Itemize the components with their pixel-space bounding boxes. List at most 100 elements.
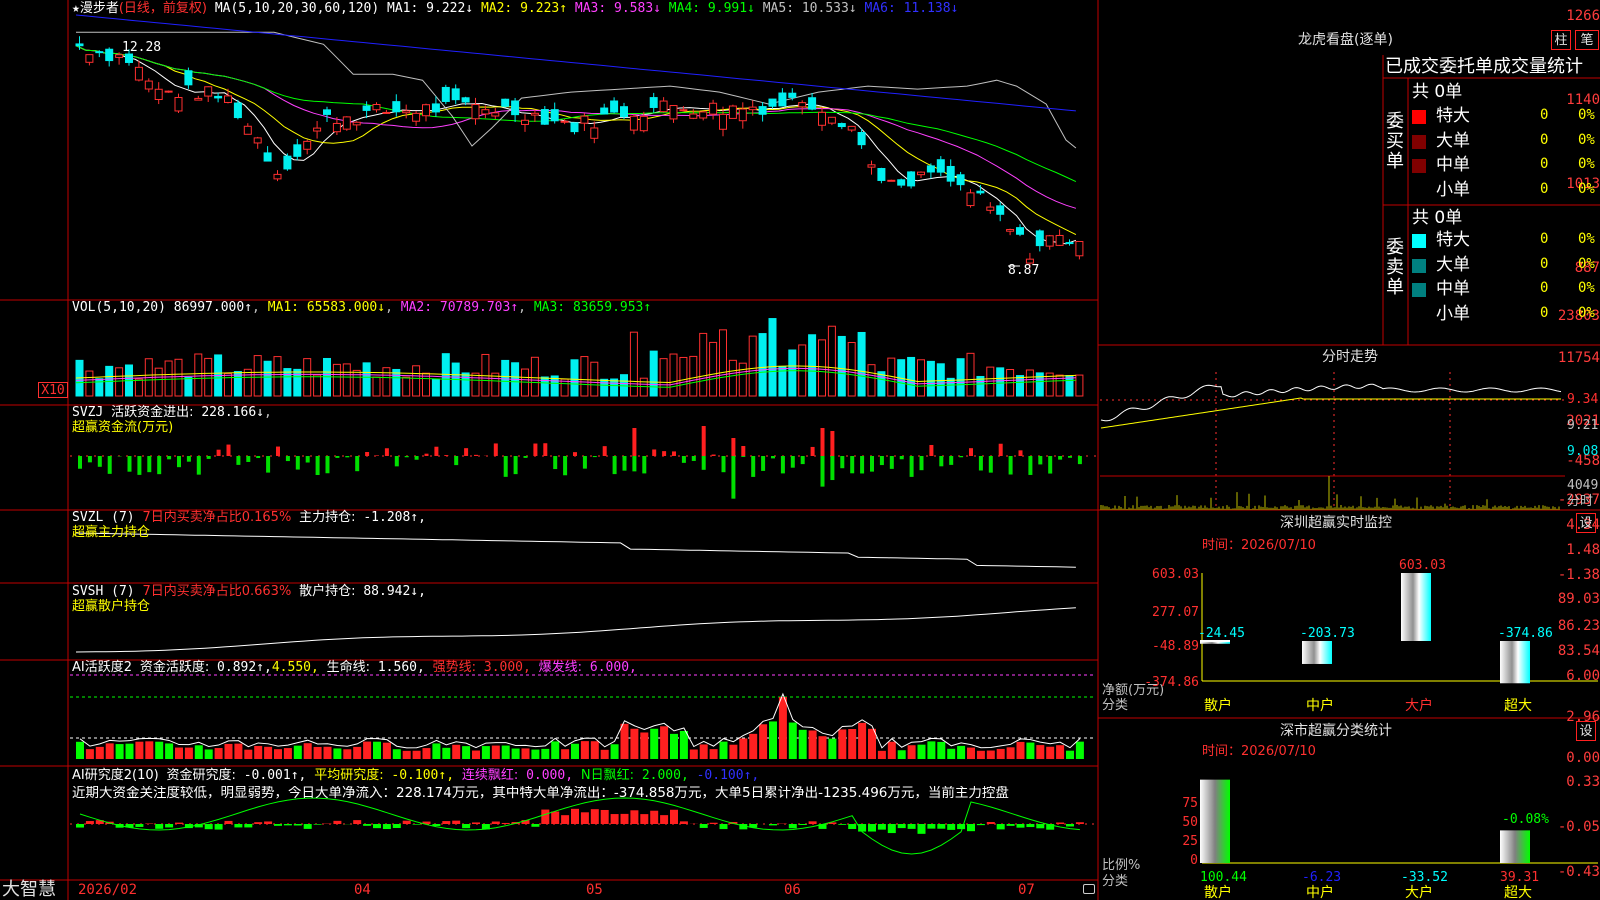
candle-body <box>808 97 817 110</box>
order-type-label: 大单 <box>1436 130 1470 151</box>
research-bar <box>333 820 342 824</box>
ma-value-1: MA1: 9.222↓ <box>387 1 474 16</box>
volume-bar <box>728 359 737 397</box>
stock-name[interactable]: 漫步者 <box>80 1 119 16</box>
research-bar <box>907 824 916 829</box>
volume-bar <box>412 365 421 397</box>
research-bar <box>709 822 718 824</box>
candle-body <box>768 98 777 107</box>
flow-bar <box>107 456 112 474</box>
research-bar <box>382 824 391 830</box>
activity-bar <box>778 697 787 759</box>
ai2-l1: 资金研究度: <box>166 768 236 783</box>
volume-bar <box>936 363 945 397</box>
activity-bar <box>679 731 688 759</box>
candle-body <box>996 205 1005 215</box>
ai1-header: AI活跃度2 资金活跃度: 0.892↑,4.550, 生命线: 1.560, … <box>72 660 637 675</box>
order-count: 0 <box>1540 156 1549 172</box>
volume-bar <box>273 356 282 397</box>
activity-bar <box>491 745 500 759</box>
flow-bar <box>533 443 538 456</box>
tick-view-button[interactable]: 笔 <box>1575 30 1599 50</box>
candle-body <box>134 66 143 81</box>
candle-body <box>669 105 678 120</box>
activity-bar <box>363 741 372 759</box>
research-bar <box>1075 822 1084 824</box>
research-bar <box>967 824 975 832</box>
flow-bar <box>305 456 310 463</box>
volume-bar <box>600 378 609 397</box>
research-bar <box>175 822 183 824</box>
candle-body <box>1075 240 1084 257</box>
ai2-v3: 0.000, <box>526 768 574 783</box>
candle-body <box>303 140 312 150</box>
activity-bar <box>412 750 421 759</box>
ai2-tick: 0.33 <box>1566 774 1600 790</box>
candle-body <box>926 165 935 173</box>
order-type-label: 小单 <box>1436 303 1470 324</box>
activity-bar <box>976 750 985 759</box>
volume-bar <box>758 333 767 397</box>
classify-tick: 0 <box>1190 853 1198 868</box>
svzj-sub: 超赢资金流(万元) <box>72 420 174 435</box>
flow-bar <box>454 456 459 466</box>
svsh-title: SVSH (7) <box>72 584 135 599</box>
activity-bar <box>848 729 857 759</box>
candle-body <box>570 122 579 133</box>
research-bar <box>1066 824 1074 827</box>
monitor-bar <box>1302 641 1332 664</box>
order-type-label: 特大 <box>1436 106 1470 126</box>
research-bar <box>927 824 936 829</box>
classify-tick: 50 <box>1182 815 1198 830</box>
research-bar <box>838 824 847 825</box>
legend-swatch <box>1412 110 1426 124</box>
volume-bar <box>253 355 262 397</box>
activity-bar <box>402 750 411 759</box>
flow-bar <box>711 454 716 456</box>
ma-value-2: MA2: 9.223↑ <box>473 1 568 16</box>
vol-ma3: MA3: 83659.953↑ <box>533 300 652 315</box>
volume-bar <box>154 367 163 397</box>
activity-bar <box>590 741 599 759</box>
lock-icon[interactable] <box>1083 884 1095 894</box>
candle-body <box>233 102 242 119</box>
candle-body <box>382 111 391 114</box>
order-percent: 0% <box>1578 180 1595 197</box>
svsh-header: SVSH (7) 7日内买卖净占比0.663% 散户持仓: 88.942↓, <box>72 584 426 599</box>
flow-bar <box>444 455 449 456</box>
activity-bar <box>224 743 233 759</box>
monitor-settings-button[interactable]: 设 <box>1576 513 1596 533</box>
flow-bar <box>691 456 696 461</box>
candle-body <box>115 54 124 58</box>
candle-body <box>352 121 361 126</box>
ma-value-5: MA5: 10.533↓ <box>754 1 857 16</box>
flow-bar <box>157 456 162 475</box>
candle-body <box>679 109 688 112</box>
flow-bar <box>988 456 993 473</box>
volume-bar <box>709 341 718 397</box>
flow-bar <box>949 456 954 465</box>
volume-bar <box>283 368 292 397</box>
research-bar <box>412 824 421 825</box>
candle-body <box>1065 242 1074 245</box>
volume-bar <box>382 367 391 397</box>
period-label[interactable]: (日线，前复权) <box>119 1 207 16</box>
candle-body <box>481 109 490 115</box>
ai2-title: AI研究度2(10) <box>72 768 159 783</box>
activity-bar <box>897 750 906 759</box>
candle-body <box>224 95 232 103</box>
candle-body <box>332 122 341 133</box>
classify-settings-button[interactable]: 设 <box>1576 721 1596 741</box>
activity-bar <box>373 741 381 759</box>
svsh-tick: 83.54 <box>1557 643 1600 659</box>
volume-bar <box>303 358 312 397</box>
ai2-l4: N日飘红: <box>580 768 634 783</box>
research-bar <box>442 821 451 824</box>
volume-bar <box>996 367 1005 397</box>
bar-view-button[interactable]: 柱 <box>1551 30 1571 50</box>
legend-swatch <box>1412 134 1426 149</box>
activity-bar <box>105 743 114 759</box>
flow-bar <box>553 456 558 470</box>
candle-body <box>471 104 480 120</box>
flow-bar <box>800 456 805 465</box>
